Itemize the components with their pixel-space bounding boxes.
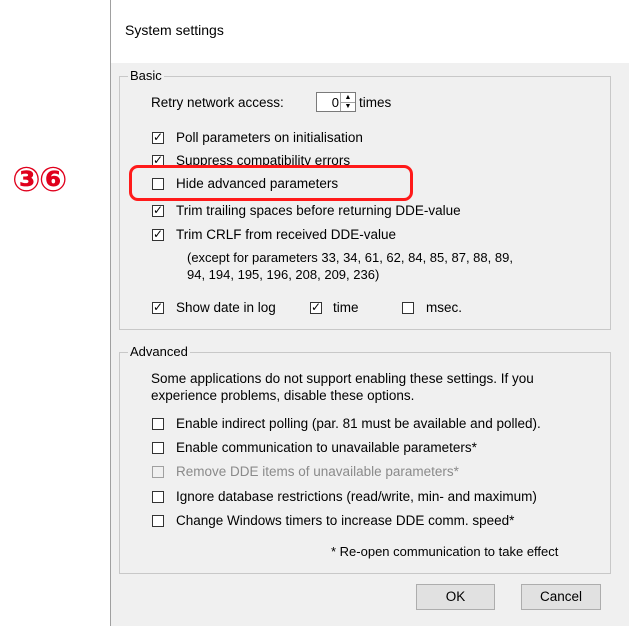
retry-unit: times — [359, 95, 392, 110]
indirect-polling-label[interactable]: Enable indirect polling (par. 81 must be… — [176, 416, 541, 432]
crlf-exceptions-line1: (except for parameters 33, 34, 61, 62, 8… — [187, 250, 513, 265]
retry-label: Retry network access: — [151, 95, 284, 110]
dialog-title: System settings — [125, 22, 224, 38]
unavailable-comm-checkbox[interactable] — [152, 442, 164, 454]
windows-timers-checkbox[interactable] — [152, 515, 164, 527]
retry-value[interactable]: 0 — [332, 95, 339, 110]
ignore-db-restrictions-label[interactable]: Ignore database restrictions (read/write… — [176, 489, 537, 505]
remove-dde-items-label: Remove DDE items of unavailable paramete… — [176, 464, 459, 479]
msec-label[interactable]: msec. — [426, 300, 462, 316]
reopen-footnote: * Re-open communication to take effect — [331, 544, 559, 559]
cancel-button[interactable]: Cancel — [521, 584, 601, 610]
trim-crlf-checkbox[interactable] — [152, 227, 164, 241]
trim-spaces-label[interactable]: Trim trailing spaces before returning DD… — [176, 203, 461, 219]
time-checkbox[interactable] — [310, 300, 322, 314]
spin-down-arrow-icon[interactable]: ▼ — [341, 102, 355, 111]
show-date-label[interactable]: Show date in log — [176, 300, 276, 316]
title-bar: System settings — [111, 0, 629, 63]
remove-dde-items-checkbox — [152, 466, 164, 478]
step-marker: ③⑥ — [12, 160, 68, 200]
advanced-desc-line1: Some applications do not support enablin… — [151, 371, 534, 386]
retry-spinner[interactable]: 0 ▲ ▼ — [316, 92, 356, 112]
poll-on-init-checkbox[interactable] — [152, 130, 164, 144]
poll-on-init-label[interactable]: Poll parameters on initialisation — [176, 130, 363, 146]
indirect-polling-checkbox[interactable] — [152, 418, 164, 430]
trim-spaces-checkbox[interactable] — [152, 203, 164, 217]
ignore-db-restrictions-checkbox[interactable] — [152, 491, 164, 503]
unavailable-comm-label[interactable]: Enable communication to unavailable para… — [176, 440, 477, 456]
highlight-box — [129, 165, 413, 201]
show-date-checkbox[interactable] — [152, 300, 164, 314]
basic-group-label: Basic — [128, 68, 164, 84]
msec-checkbox[interactable] — [402, 302, 414, 314]
crlf-exceptions-line2: 94, 194, 195, 196, 208, 209, 236) — [187, 267, 380, 282]
time-label[interactable]: time — [333, 300, 359, 316]
ok-button[interactable]: OK — [416, 584, 495, 610]
advanced-group-label: Advanced — [128, 344, 190, 360]
retry-spin-buttons: ▲ ▼ — [340, 93, 355, 111]
trim-crlf-label[interactable]: Trim CRLF from received DDE-value — [176, 227, 396, 243]
windows-timers-label[interactable]: Change Windows timers to increase DDE co… — [176, 513, 514, 529]
advanced-desc-line2: experience problems, disable these optio… — [151, 388, 415, 403]
